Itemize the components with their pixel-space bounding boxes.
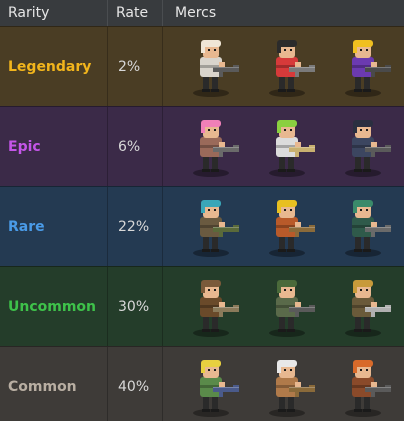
rate-value: 40%: [108, 347, 163, 421]
merc-blond-heavy-gunner-icon: [181, 355, 243, 419]
rarity-label: Common: [0, 347, 108, 421]
merc-orange-mech-icon: [333, 355, 395, 419]
rarity-label: Epic: [0, 107, 108, 186]
rate-value: 2%: [108, 27, 163, 106]
mercs-cell: [163, 27, 404, 106]
rarity-rate-table: Rarity Rate Mercs Legendary 2% Epic 6% Rare 2…: [0, 0, 404, 421]
table-row: Epic 6%: [0, 106, 404, 186]
rate-value: 22%: [108, 187, 163, 266]
mercs-cell: [163, 347, 404, 421]
merc-purple-mage-gunner-icon: [333, 35, 395, 99]
merc-white-armor-gunner-icon: [181, 35, 243, 99]
merc-white-cap-rifleman-icon: [257, 355, 319, 419]
merc-green-hair-dual-sword-icon: [257, 115, 319, 179]
rate-value: 6%: [108, 107, 163, 186]
merc-brown-hood-sniper-icon: [181, 275, 243, 339]
merc-green-turret-icon: [333, 195, 395, 259]
merc-yellow-hat-gunner-icon: [257, 195, 319, 259]
merc-teal-hair-bazooka-icon: [181, 195, 243, 259]
rarity-label: Rare: [0, 187, 108, 266]
table-row: Common 40%: [0, 346, 404, 421]
header-rarity: Rarity: [0, 0, 108, 26]
header-mercs: Mercs: [175, 5, 217, 21]
merc-navy-riot-soldier-icon: [333, 115, 395, 179]
table-row: Uncommon 30%: [0, 266, 404, 346]
mercs-cell: [163, 267, 404, 346]
mercs-cell: [163, 187, 404, 266]
table-row: Legendary 2%: [0, 26, 404, 106]
header-rate: Rate: [108, 0, 163, 26]
table-row: Rare 22%: [0, 186, 404, 266]
rarity-label: Legendary: [0, 27, 108, 106]
mercs-cell: [163, 107, 404, 186]
merc-camo-knife-soldier-icon: [333, 275, 395, 339]
merc-green-helmet-rifleman-icon: [257, 275, 319, 339]
merc-red-pistols-girl-icon: [257, 35, 319, 99]
rate-value: 30%: [108, 267, 163, 346]
table-header: Rarity Rate Mercs: [0, 0, 404, 26]
merc-pink-hair-minigunner-icon: [181, 115, 243, 179]
rarity-label: Uncommon: [0, 267, 108, 346]
